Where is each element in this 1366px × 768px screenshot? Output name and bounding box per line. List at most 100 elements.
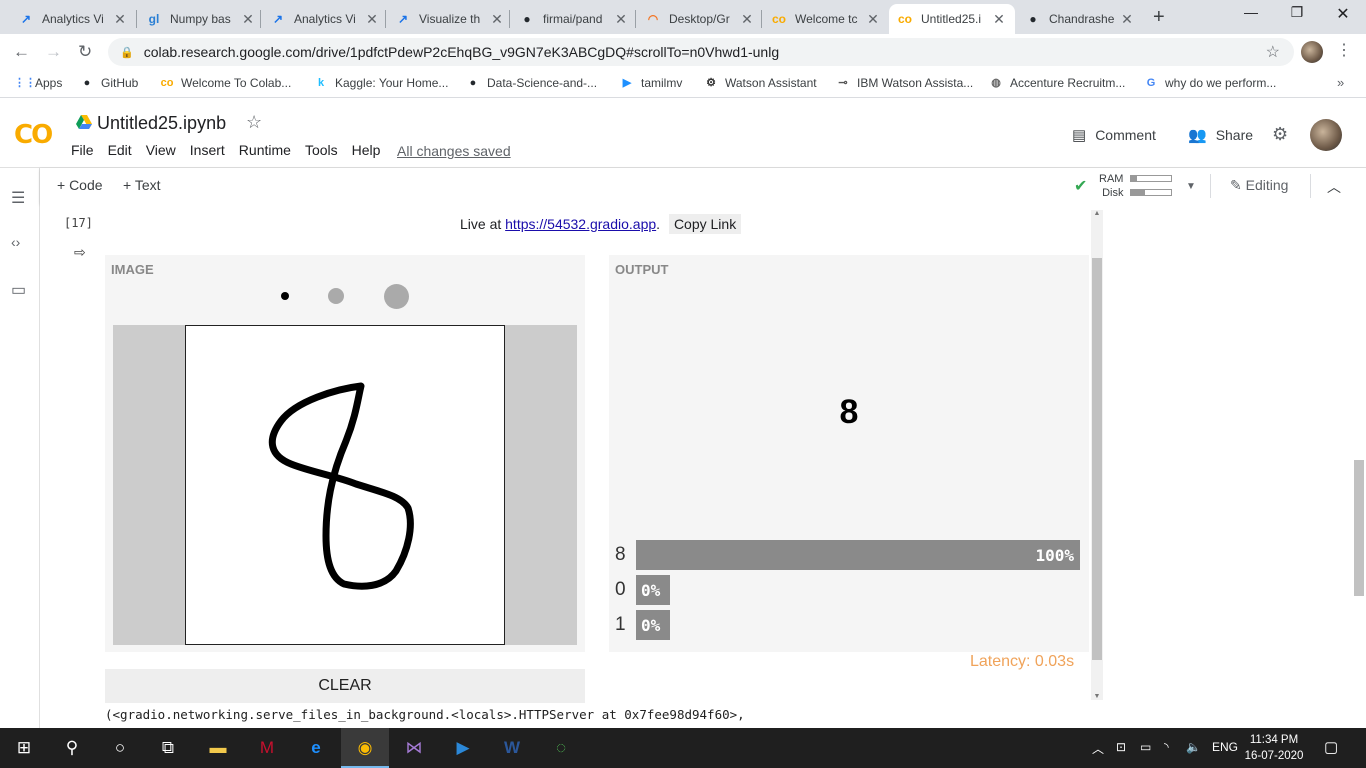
gradio-input-panel: IMAGE (105, 255, 585, 652)
bookmark-item[interactable]: ◍ Accenture Recruitm... (989, 76, 1125, 90)
movies-tv-icon[interactable]: ▶ (451, 737, 475, 759)
bookmark-item[interactable]: ● GitHub (80, 76, 139, 90)
code-snippets-icon[interactable]: ‹› (11, 234, 20, 250)
windows-start-icon[interactable]: ⊞ (12, 737, 36, 759)
close-tab-icon[interactable]: ✕ (1119, 11, 1135, 28)
editing-mode-button[interactable]: ✎ Editing (1230, 177, 1288, 194)
brush-size-medium[interactable] (328, 288, 344, 304)
close-tab-icon[interactable]: ✕ (613, 11, 629, 28)
close-tab-icon[interactable]: ✕ (865, 11, 881, 28)
file-explorer-icon[interactable]: ▬ (206, 737, 230, 759)
battery-icon[interactable]: ▭ (1140, 740, 1151, 754)
bookmark-item[interactable]: co Welcome To Colab... (160, 76, 292, 90)
restore-icon[interactable]: ❐ (1274, 4, 1320, 21)
tray-display-icon[interactable]: ⊡ (1116, 740, 1126, 754)
table-of-contents-icon[interactable]: ☰ (11, 188, 25, 208)
close-tab-icon[interactable]: ✕ (240, 11, 256, 28)
menu-item-view[interactable]: View (146, 142, 176, 158)
task-view-icon[interactable]: ⧉ (156, 737, 180, 759)
close-tab-icon[interactable]: ✕ (364, 11, 380, 28)
close-tab-icon[interactable]: ✕ (489, 11, 505, 28)
brush-size-large[interactable] (384, 284, 409, 309)
menu-item-insert[interactable]: Insert (190, 142, 225, 158)
brush-size-small[interactable] (281, 292, 289, 300)
browser-tab[interactable]: ● Chandrashe ✕ (1017, 4, 1143, 34)
internet-explorer-icon[interactable]: e (304, 737, 328, 759)
minimize-icon[interactable]: — (1228, 4, 1274, 20)
notebook-title[interactable]: Untitled25.ipynb (97, 113, 226, 134)
clear-button[interactable]: CLEAR (105, 669, 585, 703)
volume-icon[interactable]: 🔈 (1186, 740, 1201, 754)
bookmark-item[interactable]: ⊸ IBM Watson Assista... (836, 76, 973, 90)
output-actions-icon[interactable]: ⇨ (74, 244, 86, 261)
menu-item-tools[interactable]: Tools (305, 142, 338, 158)
chrome-menu-icon[interactable]: ⋮ (1336, 40, 1352, 60)
menu-item-help[interactable]: Help (352, 142, 381, 158)
resources-dropdown-icon[interactable]: ▼ (1186, 181, 1196, 192)
bookmarks-overflow-icon[interactable]: » (1337, 75, 1344, 90)
tab-title: Analytics Vi (42, 12, 104, 26)
collapse-header-icon[interactable]: ︿ (1327, 177, 1341, 197)
files-folder-icon[interactable]: ▭ (11, 280, 26, 300)
browser-tab[interactable]: co Untitled25.i ✕ (889, 4, 1015, 34)
bookmark-item[interactable]: ▶ tamilmv (620, 76, 683, 90)
share-button[interactable]: 👥 Share (1188, 126, 1253, 144)
browser-tab[interactable]: ● firmai/pand ✕ (511, 4, 637, 34)
bookmark-item[interactable]: ● Data-Science-and-... (466, 76, 597, 90)
browser-tab[interactable]: ↗ Visualize th ✕ (387, 4, 513, 34)
word-icon[interactable]: W (500, 737, 524, 759)
comment-button[interactable]: ▤ Comment (1072, 126, 1156, 144)
visual-studio-icon[interactable]: ⋈ (402, 737, 426, 759)
sketchpad-canvas[interactable] (185, 325, 505, 645)
chrome-icon[interactable]: ◉ (353, 737, 377, 759)
system-clock[interactable]: 11:34 PM 16-07-2020 (1238, 732, 1310, 764)
wifi-icon[interactable]: ◝ (1164, 740, 1169, 754)
browser-tab[interactable]: ↗ Analytics Vi ✕ (10, 4, 136, 34)
scroll-down-icon[interactable]: ▼ (1091, 693, 1103, 700)
add-text-cell-button[interactable]: + Text (123, 177, 161, 193)
bookmark-star-icon[interactable]: ☆ (1266, 42, 1280, 62)
tray-overflow-icon[interactable]: ︿ (1092, 740, 1104, 757)
cortana-icon[interactable]: ○ (108, 737, 132, 759)
output-scrollbar[interactable]: ▲ ▼ (1091, 210, 1103, 700)
browser-tab[interactable]: gl Numpy bas ✕ (138, 4, 264, 34)
live-url-link[interactable]: https://54532.gradio.app (505, 216, 656, 232)
bookmark-item[interactable]: Gwhy do we perform... (1144, 76, 1277, 90)
app-ring-icon[interactable]: ◌ (549, 737, 573, 759)
close-window-icon[interactable]: ✕ (1320, 4, 1366, 24)
add-code-cell-button[interactable]: + Code (57, 177, 103, 193)
colab-logo[interactable]: CO (14, 120, 53, 150)
bookmark-item[interactable]: ⚙ Watson Assistant (704, 76, 817, 90)
mcafee-icon[interactable]: M (255, 737, 279, 759)
new-tab-button[interactable]: + (1153, 6, 1165, 29)
bookmark-item[interactable]: k Kaggle: Your Home... (314, 76, 448, 90)
profile-avatar[interactable] (1301, 41, 1323, 63)
browser-tab[interactable]: ↗ Analytics Vi ✕ (262, 4, 388, 34)
copy-link-button[interactable]: Copy Link (668, 214, 742, 234)
browser-tab[interactable]: ◠ Desktop/Gr ✕ (637, 4, 763, 34)
menu-item-file[interactable]: File (71, 142, 94, 158)
menu-item-edit[interactable]: Edit (108, 142, 132, 158)
star-notebook-icon[interactable]: ☆ (246, 112, 262, 133)
close-tab-icon[interactable]: ✕ (739, 11, 755, 28)
account-avatar[interactable] (1310, 119, 1342, 151)
resource-monitor[interactable]: RAM Disk (1099, 172, 1123, 200)
input-language[interactable]: ENG (1212, 740, 1238, 754)
output-scroll-thumb[interactable] (1092, 258, 1102, 660)
settings-gear-icon[interactable]: ⚙ (1272, 124, 1288, 145)
save-status[interactable]: All changes saved (397, 143, 511, 159)
search-icon[interactable]: ⚲ (60, 737, 84, 759)
bookmark-item[interactable]: ⋮⋮ Apps (14, 76, 62, 90)
reload-icon[interactable]: ↻ (78, 42, 92, 62)
close-tab-icon[interactable]: ✕ (991, 11, 1007, 28)
scroll-up-icon[interactable]: ▲ (1091, 210, 1103, 217)
back-icon[interactable]: ← (13, 42, 30, 62)
browser-tab[interactable]: co Welcome tc ✕ (763, 4, 889, 34)
url-omnibox[interactable]: 🔒 colab.research.google.com/drive/1pdfct… (108, 38, 1294, 66)
forward-icon[interactable]: → (45, 42, 62, 62)
google-drive-icon[interactable] (76, 115, 92, 129)
page-scrollbar-thumb[interactable] (1354, 460, 1364, 596)
menu-item-runtime[interactable]: Runtime (239, 142, 291, 158)
close-tab-icon[interactable]: ✕ (112, 11, 128, 28)
notifications-icon[interactable]: ▢ (1324, 738, 1338, 756)
